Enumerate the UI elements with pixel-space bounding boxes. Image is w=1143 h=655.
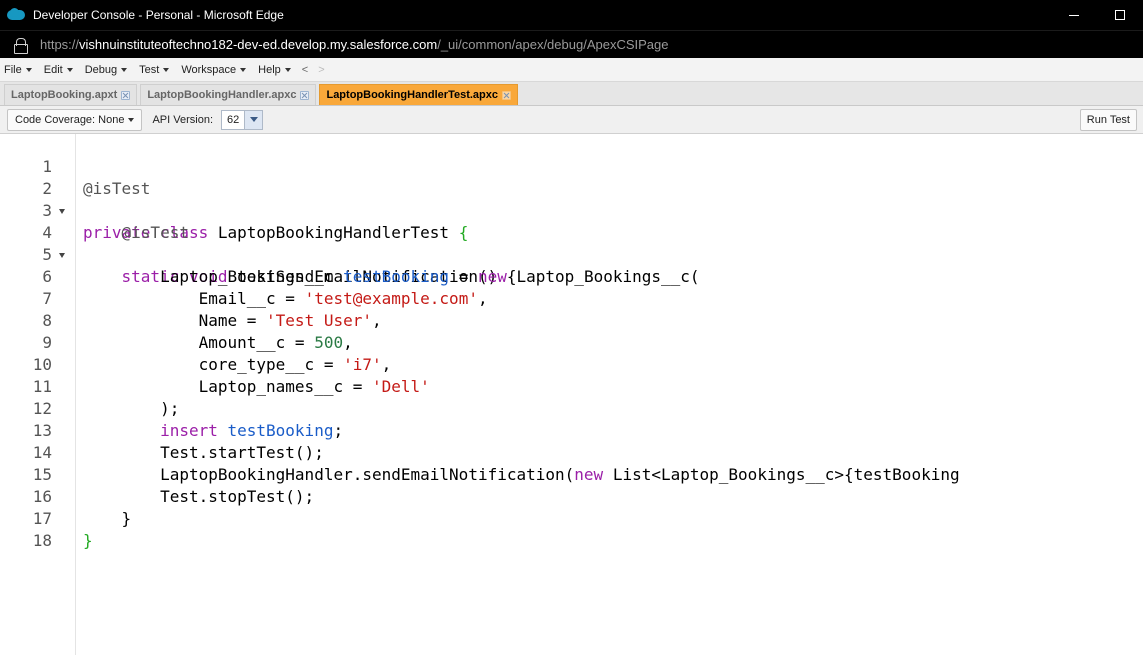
maximize-icon bbox=[1115, 10, 1125, 20]
menu-workspace[interactable]: Workspace bbox=[175, 64, 252, 76]
menu-bar: File Edit Debug Test Workspace Help < > bbox=[0, 58, 1143, 82]
code-line: 8 Amount__c = 500, bbox=[0, 288, 1143, 352]
code-line: 1 @isTest bbox=[0, 134, 1143, 198]
window-titlebar: Developer Console - Personal - Microsoft… bbox=[0, 0, 1143, 30]
tab-label: LaptopBookingHandlerTest.apxc bbox=[326, 89, 499, 101]
caret-down-icon bbox=[163, 67, 170, 72]
tab-label: LaptopBookingHandler.apxc bbox=[147, 89, 297, 101]
file-tab-bar: LaptopBooking.apxt LaptopBookingHandler.… bbox=[0, 82, 1143, 106]
editor-toolbar: Code Coverage: None API Version: 62 Run … bbox=[0, 106, 1143, 134]
close-icon[interactable] bbox=[121, 90, 131, 100]
code-editor[interactable]: 1 @isTest 2 private class LaptopBookingH… bbox=[0, 134, 1143, 655]
close-icon[interactable] bbox=[502, 90, 512, 100]
caret-down-icon bbox=[128, 117, 135, 122]
code-line: 10 Laptop_names__c = 'Dell' bbox=[0, 332, 1143, 396]
code-line: 6 Email__c = 'test@example.com', bbox=[0, 244, 1143, 308]
menu-test-label: Test bbox=[139, 63, 160, 76]
nav-forward-button[interactable]: > bbox=[313, 64, 329, 76]
line-number: 18 bbox=[32, 531, 52, 550]
url-host: vishnuinstituteoftechno182-dev-ed.develo… bbox=[79, 37, 438, 52]
menu-file[interactable]: File bbox=[0, 64, 38, 76]
url-prefix: https:// bbox=[40, 37, 80, 52]
code-text: } bbox=[83, 531, 93, 550]
menu-workspace-label: Workspace bbox=[181, 63, 237, 76]
code-line: 5 Laptop_Bookings__c testBooking = new L… bbox=[0, 222, 1143, 286]
close-icon[interactable] bbox=[300, 90, 310, 100]
code-line: 16 } bbox=[0, 464, 1143, 528]
caret-down-icon bbox=[66, 67, 73, 72]
code-coverage-label: Code Coverage: None bbox=[15, 113, 125, 126]
caret-down-icon bbox=[284, 67, 291, 72]
caret-down-icon bbox=[25, 67, 32, 72]
window-title: Developer Console - Personal - Microsoft… bbox=[33, 8, 284, 22]
tab-label: LaptopBooking.apxt bbox=[11, 89, 118, 101]
menu-edit-label: Edit bbox=[43, 63, 63, 76]
code-line: 3 @isTest bbox=[0, 178, 1143, 242]
caret-down-icon bbox=[121, 67, 128, 72]
window-controls bbox=[1051, 0, 1143, 30]
menu-help[interactable]: Help bbox=[252, 64, 297, 76]
tab-laptopbookinghandlertest-apxc[interactable]: LaptopBookingHandlerTest.apxc bbox=[319, 84, 519, 105]
menu-debug[interactable]: Debug bbox=[79, 64, 133, 76]
api-version-label: API Version: bbox=[152, 113, 214, 126]
maximize-button[interactable] bbox=[1097, 0, 1143, 30]
api-version-select[interactable]: 62 bbox=[221, 109, 264, 130]
minimize-icon bbox=[1069, 14, 1079, 16]
chevron-down-icon[interactable] bbox=[244, 110, 263, 129]
nav-back-button[interactable]: < bbox=[297, 64, 313, 76]
code-line: 17 } bbox=[0, 486, 1143, 550]
minimize-button[interactable] bbox=[1051, 0, 1097, 30]
menu-edit[interactable]: Edit bbox=[38, 64, 79, 76]
tab-laptopbookinghandler-apxc[interactable]: LaptopBookingHandler.apxc bbox=[140, 84, 317, 105]
code-line: 12 insert testBooking; bbox=[0, 376, 1143, 440]
lock-icon[interactable] bbox=[14, 37, 28, 54]
caret-down-icon bbox=[240, 67, 247, 72]
code-line: 13 Test.startTest(); bbox=[0, 398, 1143, 462]
menu-file-label: File bbox=[4, 63, 22, 76]
api-version-value: 62 bbox=[227, 113, 240, 126]
code-line: 9 core_type__c = 'i7', bbox=[0, 310, 1143, 374]
code-line: 14 LaptopBookingHandler.sendEmailNotific… bbox=[0, 420, 1143, 484]
menu-debug-label: Debug bbox=[84, 63, 118, 76]
address-bar[interactable]: https://vishnuinstituteoftechno182-dev-e… bbox=[0, 30, 1143, 58]
code-line: 11 ); bbox=[0, 354, 1143, 418]
tab-laptopbooking-apxt[interactable]: LaptopBooking.apxt bbox=[4, 84, 138, 105]
code-line: 4 static void testSendEmailNotification(… bbox=[0, 200, 1143, 286]
run-test-button[interactable]: Run Test bbox=[1079, 109, 1137, 131]
code-line: 15 Test.stopTest(); bbox=[0, 442, 1143, 506]
code-line: 2 private class LaptopBookingHandlerTest… bbox=[0, 156, 1143, 242]
menu-help-label: Help bbox=[258, 63, 281, 76]
code-coverage-dropdown[interactable]: Code Coverage: None bbox=[7, 108, 143, 131]
code-line: 7 Name = 'Test User', bbox=[0, 266, 1143, 330]
url-path: /_ui/common/apex/debug/ApexCSIPage bbox=[437, 37, 669, 52]
url-text[interactable]: https://vishnuinstituteoftechno182-dev-e… bbox=[40, 37, 668, 52]
salesforce-logo-icon bbox=[7, 8, 25, 22]
menu-test[interactable]: Test bbox=[133, 64, 175, 76]
code-line: 18 bbox=[0, 508, 1143, 550]
